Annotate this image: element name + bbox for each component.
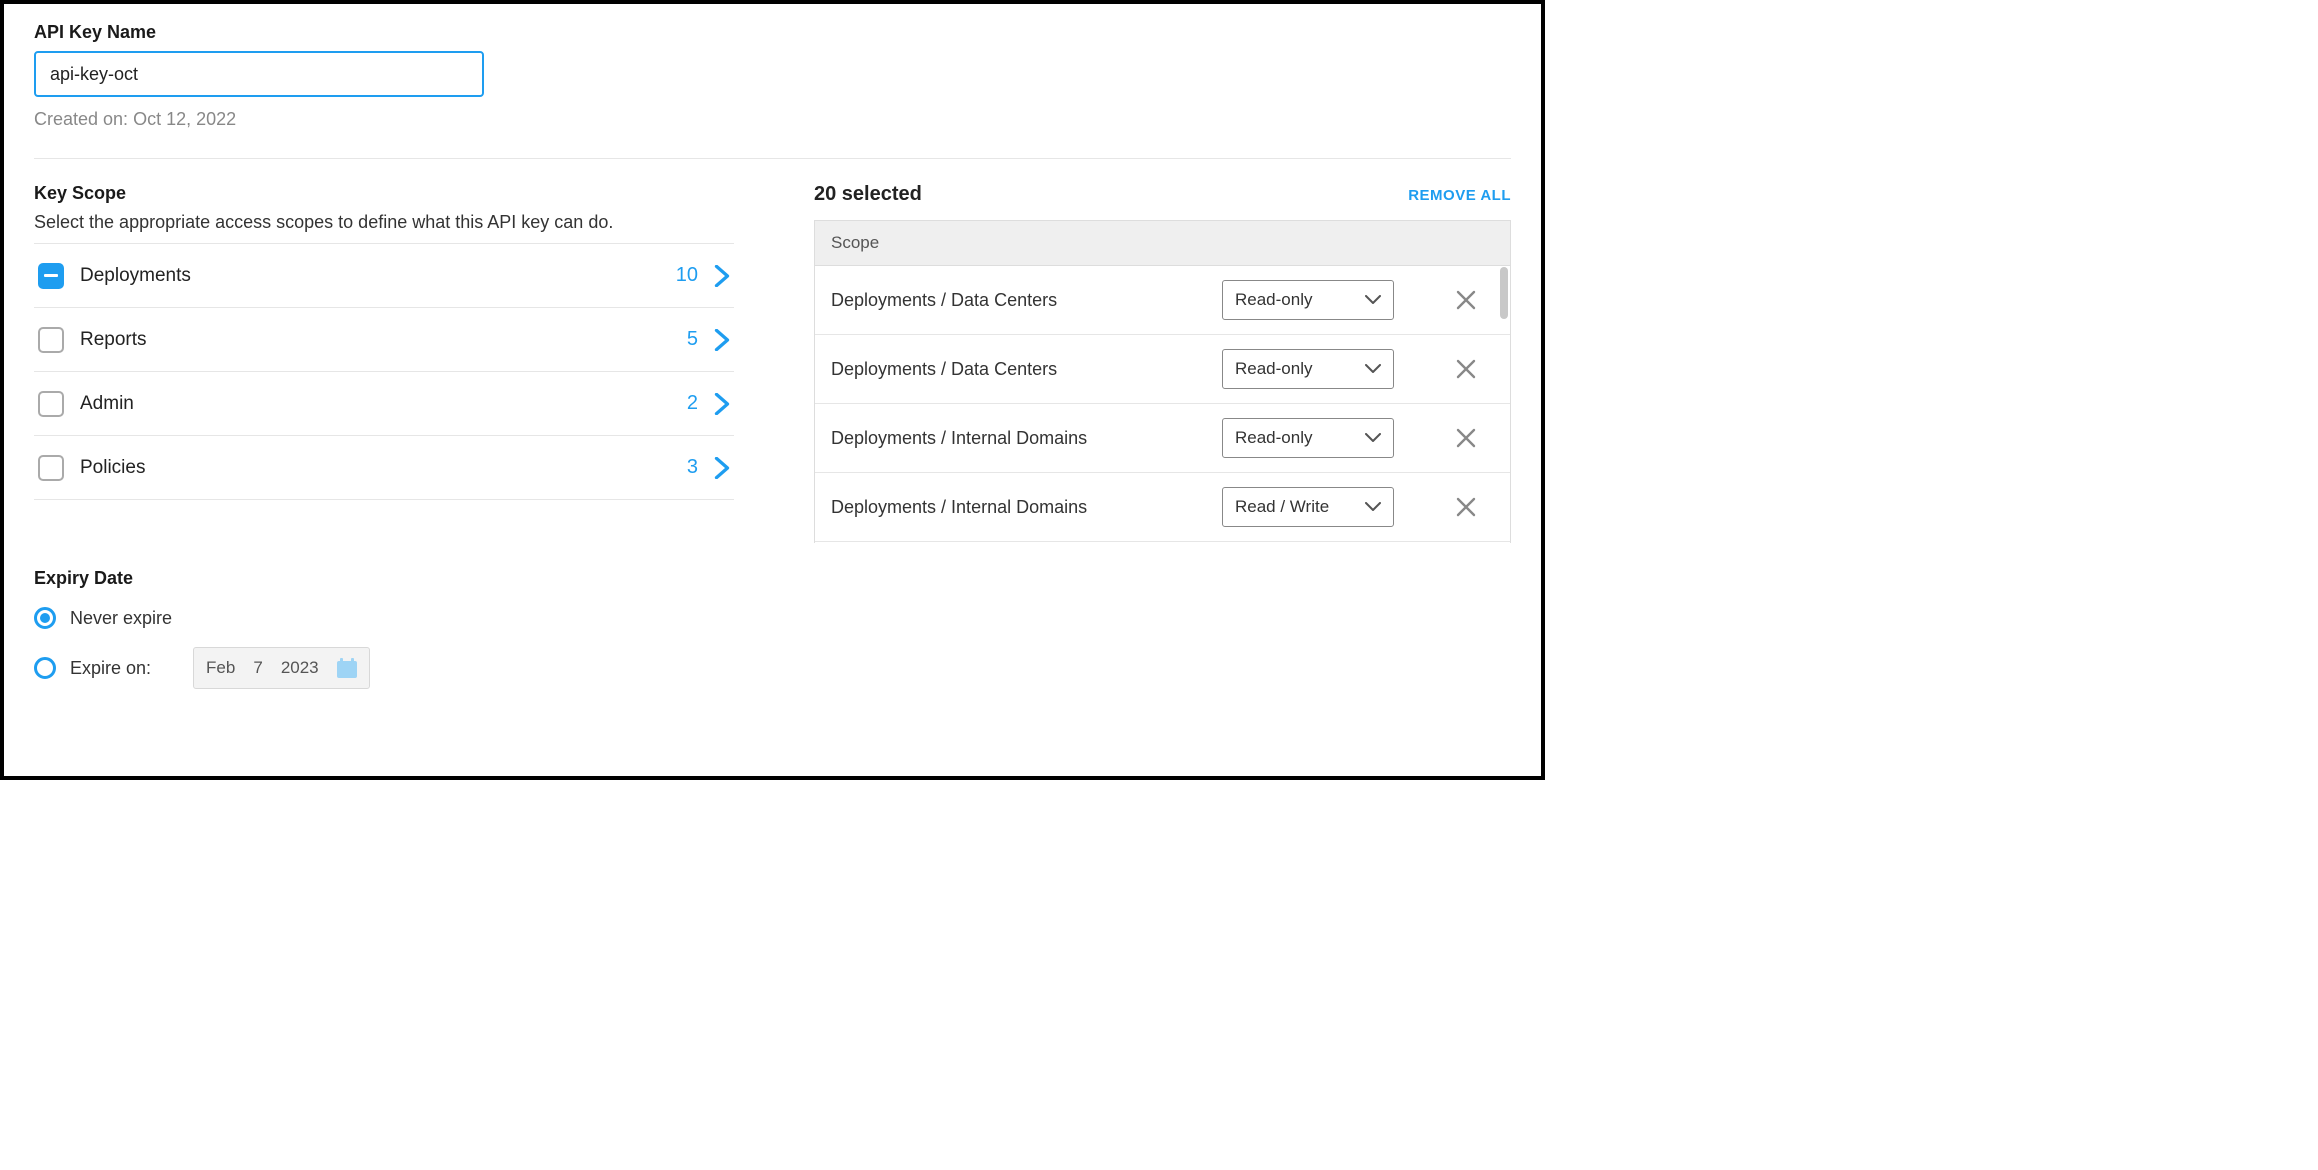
- scope-row-label: Deployments / Data Centers: [831, 290, 1208, 311]
- chevron-down-icon: [1365, 364, 1381, 374]
- date-day: 7: [253, 658, 262, 678]
- scope-item-count: 10: [676, 264, 698, 287]
- permission-value: Read-only: [1235, 428, 1313, 448]
- created-on-text: Created on: Oct 12, 2022: [34, 109, 1511, 130]
- table-row: [815, 542, 1510, 543]
- chevron-down-icon: [1365, 295, 1381, 305]
- date-month: Feb: [206, 658, 235, 678]
- checkbox-empty-icon[interactable]: [38, 455, 64, 481]
- remove-row-button[interactable]: [1452, 286, 1480, 314]
- selected-count-label: 20 selected: [814, 183, 922, 206]
- radio-expire-on-label: Expire on:: [70, 658, 151, 679]
- created-on-date: Oct 12, 2022: [133, 109, 236, 129]
- close-icon: [1456, 359, 1476, 379]
- section-divider: [34, 158, 1511, 159]
- scope-item-reports[interactable]: Reports 5: [34, 308, 734, 372]
- created-on-prefix: Created on:: [34, 109, 133, 129]
- scope-item-label: Admin: [80, 393, 687, 415]
- permission-value: Read-only: [1235, 290, 1313, 310]
- radio-empty-icon[interactable]: [34, 657, 56, 679]
- scope-item-label: Reports: [80, 329, 687, 351]
- scope-item-count: 5: [687, 328, 698, 351]
- radio-never-expire-row[interactable]: Never expire: [34, 607, 734, 629]
- chevron-right-icon: [714, 265, 730, 287]
- chevron-right-icon: [714, 457, 730, 479]
- remove-all-button[interactable]: REMOVE ALL: [1408, 187, 1511, 204]
- expiry-date-section: Expiry Date Never expire Expire on: Feb …: [34, 568, 734, 689]
- permission-select[interactable]: Read-only: [1222, 349, 1394, 389]
- scope-item-count: 3: [687, 456, 698, 479]
- permission-select[interactable]: Read / Write: [1222, 487, 1394, 527]
- scope-table: Scope Deployments / Data Centers Read-on…: [814, 220, 1511, 543]
- checkbox-empty-icon[interactable]: [38, 327, 64, 353]
- api-key-name-input[interactable]: [34, 51, 484, 97]
- permission-value: Read-only: [1235, 359, 1313, 379]
- scrollbar-thumb[interactable]: [1500, 267, 1508, 319]
- date-picker[interactable]: Feb 7 2023: [193, 647, 370, 689]
- scope-item-label: Policies: [80, 457, 687, 479]
- api-key-name-label: API Key Name: [34, 22, 1511, 43]
- scope-item-deployments[interactable]: Deployments 10: [34, 244, 734, 308]
- chevron-right-icon: [714, 393, 730, 415]
- remove-row-button[interactable]: [1452, 355, 1480, 383]
- close-icon: [1456, 428, 1476, 448]
- close-icon: [1456, 290, 1476, 310]
- table-row: Deployments / Internal Domains Read / Wr…: [815, 473, 1510, 542]
- radio-never-label: Never expire: [70, 608, 172, 629]
- key-scope-label: Key Scope: [34, 183, 734, 204]
- key-scope-description: Select the appropriate access scopes to …: [34, 212, 734, 233]
- selected-scopes-section: 20 selected REMOVE ALL Scope Deployments…: [814, 183, 1511, 689]
- scope-item-policies[interactable]: Policies 3: [34, 436, 734, 500]
- key-scope-section: Key Scope Select the appropriate access …: [34, 183, 734, 689]
- remove-row-button[interactable]: [1452, 424, 1480, 452]
- scope-table-header: Scope: [815, 221, 1510, 266]
- chevron-down-icon: [1365, 433, 1381, 443]
- scope-row-label: Deployments / Internal Domains: [831, 497, 1208, 518]
- radio-expire-on-row[interactable]: Expire on: Feb 7 2023: [34, 647, 734, 689]
- radio-selected-icon[interactable]: [34, 607, 56, 629]
- scope-item-label: Deployments: [80, 265, 676, 287]
- chevron-down-icon: [1365, 502, 1381, 512]
- table-row: Deployments / Data Centers Read-only: [815, 335, 1510, 404]
- table-row: Deployments / Internal Domains Read-only: [815, 404, 1510, 473]
- calendar-icon: [337, 658, 357, 678]
- date-year: 2023: [281, 658, 319, 678]
- checkbox-partial-icon[interactable]: [38, 263, 64, 289]
- permission-value: Read / Write: [1235, 497, 1329, 517]
- close-icon: [1456, 497, 1476, 517]
- scope-category-list: Deployments 10 Reports 5 Admin 2: [34, 243, 734, 500]
- scope-item-count: 2: [687, 392, 698, 415]
- checkbox-empty-icon[interactable]: [38, 391, 64, 417]
- remove-row-button[interactable]: [1452, 493, 1480, 521]
- table-row: Deployments / Data Centers Read-only: [815, 266, 1510, 335]
- permission-select[interactable]: Read-only: [1222, 418, 1394, 458]
- chevron-right-icon: [714, 329, 730, 351]
- permission-select[interactable]: Read-only: [1222, 280, 1394, 320]
- scope-row-label: Deployments / Internal Domains: [831, 428, 1208, 449]
- scope-row-label: Deployments / Data Centers: [831, 359, 1208, 380]
- scope-item-admin[interactable]: Admin 2: [34, 372, 734, 436]
- expiry-date-label: Expiry Date: [34, 568, 734, 589]
- api-key-name-section: API Key Name Created on: Oct 12, 2022: [34, 22, 1511, 130]
